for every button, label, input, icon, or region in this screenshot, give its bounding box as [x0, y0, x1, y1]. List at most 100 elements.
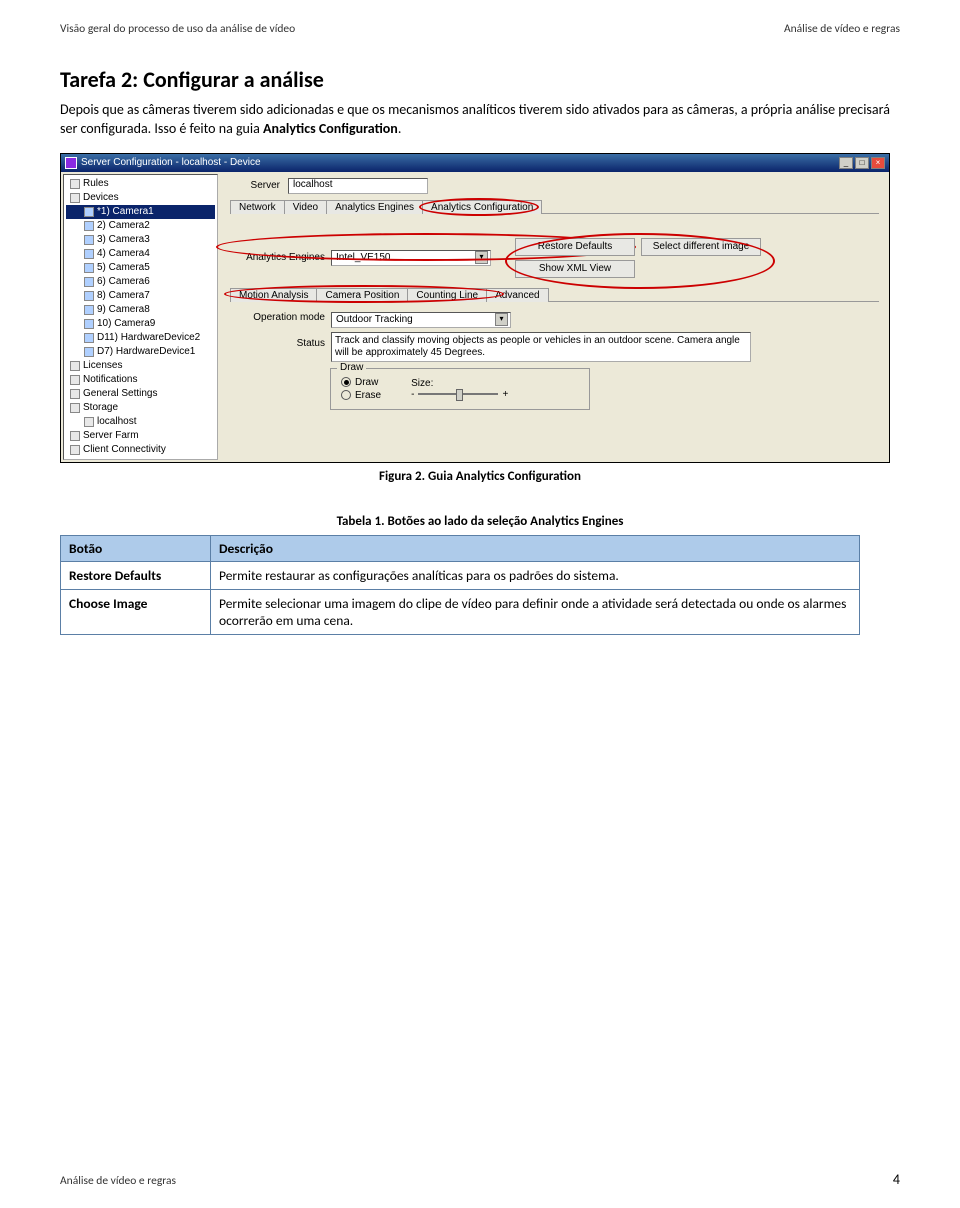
td-choose-desc: Permite selecionar uma imagem do clipe d… [211, 589, 860, 634]
td-restore: Restore Defaults [61, 561, 211, 589]
subtab-motion[interactable]: Motion Analysis [230, 288, 317, 302]
footer-left: Análise de vídeo e regras [60, 1174, 176, 1188]
camera-icon [84, 277, 94, 287]
draw-groupbox: Draw Draw Erase Size: [330, 368, 590, 410]
td-choose: Choose Image [61, 589, 211, 634]
show-xml-button[interactable]: Show XML View [515, 260, 635, 278]
restore-defaults-button[interactable]: Restore Defaults [515, 238, 635, 256]
radio-label: Draw [355, 377, 378, 388]
rules-icon [70, 179, 80, 189]
general-icon [70, 389, 80, 399]
app-icon [65, 157, 77, 169]
engine-label: Analytics Engines [230, 252, 325, 263]
radio-erase[interactable]: Erase [341, 390, 381, 401]
status-textarea: Track and classify moving objects as peo… [331, 332, 751, 362]
minimize-button[interactable]: _ [839, 157, 853, 169]
opmode-label: Operation mode [230, 312, 325, 323]
tree-farm[interactable]: Server Farm [83, 429, 139, 443]
tree-camera[interactable]: D11) HardwareDevice2 [97, 331, 200, 345]
radio-icon [341, 390, 351, 400]
table-caption: Tabela 1. Botões ao lado da seleção Anal… [60, 514, 900, 529]
server-label: Server [230, 180, 280, 191]
tree-camera[interactable]: 2) Camera2 [97, 219, 150, 233]
chevron-down-icon[interactable]: ▾ [475, 251, 488, 264]
client-icon [70, 445, 80, 455]
th-descricao: Descrição [211, 535, 860, 561]
task-text-end: . [398, 120, 402, 137]
localhost-icon [84, 417, 94, 427]
tree-camera[interactable]: 5) Camera5 [97, 261, 150, 275]
server-config-window: Server Configuration - localhost - Devic… [60, 153, 890, 463]
camera-icon [84, 235, 94, 245]
close-button[interactable]: × [871, 157, 885, 169]
radio-icon [341, 377, 351, 387]
storage-icon [70, 403, 80, 413]
slider-minus: - [411, 389, 414, 400]
radio-label: Erase [355, 390, 381, 401]
slider-plus: + [502, 389, 508, 400]
tab-label: Analytics Configuration [431, 202, 533, 213]
tree-camera[interactable]: 4) Camera4 [97, 247, 150, 261]
tree-client[interactable]: Client Connectivity [83, 443, 166, 457]
tab-analytics-configuration[interactable]: Analytics Configuration [422, 200, 542, 214]
select-image-button[interactable]: Select different image [641, 238, 761, 256]
maximize-button[interactable]: □ [855, 157, 869, 169]
size-label: Size: [411, 378, 508, 389]
page-number: 4 [893, 1171, 900, 1188]
status-label: Status [230, 332, 325, 349]
opmode-dropdown[interactable]: Outdoor Tracking ▾ [331, 312, 511, 328]
tree-licenses[interactable]: Licenses [83, 359, 122, 373]
td-restore-desc: Permite restaurar as configurações analí… [211, 561, 860, 589]
subtab-advanced[interactable]: Advanced [486, 288, 548, 302]
window-title: Server Configuration - localhost - Devic… [81, 157, 261, 168]
camera-icon [84, 333, 94, 343]
notifications-icon [70, 375, 80, 385]
server-input[interactable]: localhost [288, 178, 428, 194]
tree-camera[interactable]: *1) Camera1 [97, 205, 154, 219]
task-paragraph: Depois que as câmeras tiverem sido adici… [60, 101, 900, 139]
camera-icon [84, 263, 94, 273]
camera-icon [84, 347, 94, 357]
camera-icon [84, 207, 94, 217]
task-text-bold: Analytics Configuration [263, 120, 398, 137]
tree-camera[interactable]: 6) Camera6 [97, 275, 150, 289]
tab-video[interactable]: Video [284, 200, 327, 214]
slider-thumb-icon[interactable] [456, 389, 463, 401]
th-botao: Botão [61, 535, 211, 561]
chevron-down-icon[interactable]: ▾ [495, 313, 508, 326]
titlebar: Server Configuration - localhost - Devic… [61, 154, 889, 172]
tree-camera[interactable]: 8) Camera7 [97, 289, 150, 303]
radio-draw[interactable]: Draw [341, 377, 381, 388]
task-text-1: Depois que as câmeras tiverem sido adici… [60, 101, 890, 137]
subtab-camera-position[interactable]: Camera Position [316, 288, 408, 302]
camera-icon [84, 291, 94, 301]
navigation-tree[interactable]: Rules Devices *1) Camera1 2) Camera2 3) … [63, 174, 218, 460]
tree-storage[interactable]: Storage [83, 401, 118, 415]
figure-caption: Figura 2. Guia Analytics Configuration [60, 469, 900, 484]
camera-icon [84, 249, 94, 259]
size-slider[interactable] [418, 393, 498, 395]
subtab-counting-line[interactable]: Counting Line [407, 288, 487, 302]
tree-camera[interactable]: 3) Camera3 [97, 233, 150, 247]
tree-camera[interactable]: D7) HardwareDevice1 [97, 345, 195, 359]
engine-dropdown[interactable]: Intel_VE150 ▾ [331, 250, 491, 266]
devices-icon [70, 193, 80, 203]
engine-value: Intel_VE150 [336, 252, 391, 263]
tree-localhost[interactable]: localhost [97, 415, 136, 429]
tree-general[interactable]: General Settings [83, 387, 158, 401]
tree-devices[interactable]: Devices [83, 191, 119, 205]
tab-network[interactable]: Network [230, 200, 285, 214]
draw-legend: Draw [337, 362, 366, 373]
task-title: Tarefa 2: Configurar a análise [60, 66, 900, 93]
buttons-table: Botão Descrição Restore Defaults Permite… [60, 535, 860, 635]
tree-camera[interactable]: 9) Camera8 [97, 303, 150, 317]
tree-rules[interactable]: Rules [83, 177, 109, 191]
tree-camera[interactable]: 10) Camera9 [97, 317, 155, 331]
header-left: Visão geral do processo de uso da anális… [60, 22, 295, 36]
tree-notifications[interactable]: Notifications [83, 373, 137, 387]
opmode-value: Outdoor Tracking [336, 314, 413, 325]
camera-icon [84, 305, 94, 315]
header-right: Análise de vídeo e regras [784, 22, 900, 36]
tab-analytics-engines[interactable]: Analytics Engines [326, 200, 423, 214]
licenses-icon [70, 361, 80, 371]
